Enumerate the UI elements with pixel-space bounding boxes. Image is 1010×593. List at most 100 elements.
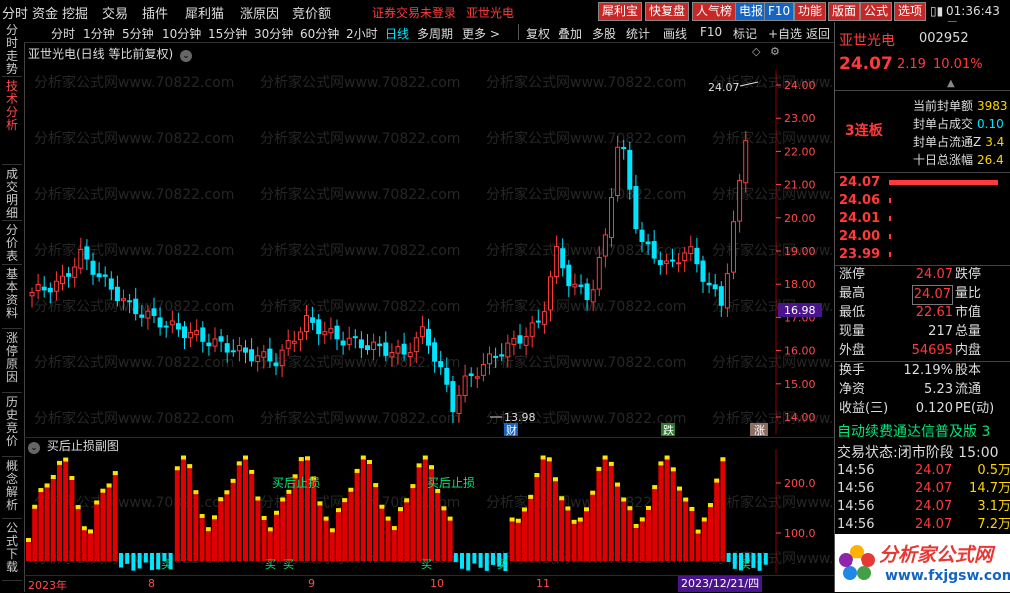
tick-row: 14:56 24.07 0.5万 — [837, 463, 1010, 478]
dianbao-button[interactable]: 电报 — [735, 2, 768, 21]
stop-loss-bar — [627, 509, 633, 561]
watermark-text: 分析家公式网www.70822.com — [34, 130, 234, 147]
stop-loss-bar-negative — [156, 553, 161, 570]
f10-tool-button[interactable]: F10 — [700, 25, 722, 39]
stop-loss-bar — [633, 526, 639, 561]
board-info: 当前封单额 3983 封单占成交 0.10 封单占流通Z 3.4 十日总涨幅 26.4 — [913, 97, 1010, 169]
stop-loss-bar — [509, 520, 515, 561]
stop-loss-bar — [329, 531, 335, 561]
stop-loss-bar-cap — [75, 505, 81, 510]
menu-item-xilimao[interactable]: 犀利猫 — [185, 3, 224, 22]
stop-loss-bar-cap — [410, 484, 416, 489]
period-2hour[interactable]: 2小时 — [346, 25, 378, 42]
period-15min[interactable]: 15分钟 — [208, 25, 247, 42]
period-1min[interactable]: 1分钟 — [83, 25, 115, 42]
menu-item-zijin[interactable]: 资金 — [32, 3, 58, 22]
period-more[interactable]: 更多 > — [462, 25, 500, 42]
stop-loss-bar-cap — [379, 504, 385, 509]
menu-item-wajue[interactable]: 挖掘 — [62, 3, 88, 22]
period-daily[interactable]: 日线 — [385, 25, 409, 42]
menu-item-zhangyuanyin[interactable]: 涨原因 — [240, 3, 279, 22]
banmian-button[interactable]: 版面 — [828, 2, 861, 21]
stop-loss-bar — [323, 519, 329, 561]
stop-loss-bar-cap — [577, 517, 583, 522]
xilibao-button[interactable]: 犀利宝 — [598, 2, 643, 21]
add-watchlist-button[interactable]: +自选 — [768, 25, 802, 42]
stop-loss-bar — [658, 464, 664, 561]
tab-jishu-fenxi[interactable]: 技术分析 — [2, 80, 22, 165]
period-5min[interactable]: 5分钟 — [122, 25, 154, 42]
biaoji-button[interactable]: 标记 — [733, 25, 757, 42]
price-tick-label: 19.00 — [784, 245, 816, 258]
period-30min[interactable]: 30分钟 — [254, 25, 293, 42]
gongneng-button[interactable]: 功能 — [794, 2, 827, 21]
candle-body — [377, 343, 383, 347]
buy-mark-6: 买 — [740, 558, 751, 571]
duogu-button[interactable]: 多股 — [592, 25, 616, 42]
candle-body — [523, 336, 529, 346]
stop-loss-bar — [205, 530, 211, 561]
candle-body — [493, 355, 499, 358]
sub-chart-panel[interactable]: ⌄ 买后止损副图 分析家公式网www.70822.com 分析家公式网www.70… — [24, 437, 834, 575]
xuanxiang-button[interactable]: 选项 — [894, 2, 927, 21]
huaxian-button[interactable]: 画线 — [663, 25, 687, 42]
gongshi-button[interactable]: 公式 — [860, 2, 893, 21]
candle-body — [346, 337, 352, 345]
low-price-label: 13.98 — [504, 411, 536, 424]
fuquan-button[interactable]: 复权 — [526, 25, 550, 42]
window-controls[interactable]: ▯▮ — [930, 4, 943, 18]
candle-body — [419, 326, 425, 338]
stop-loss-bar — [639, 520, 645, 561]
tab-fenjiabiao[interactable]: 分价表 — [2, 224, 22, 265]
candle-body — [261, 351, 267, 358]
stop-loss-bar — [559, 499, 565, 561]
tab-jiben-ziliao[interactable]: 基本资料 — [2, 268, 22, 329]
promo-banner[interactable]: 自动续费通达信普及版 3 — [837, 421, 990, 441]
date-axis: 2023年 8 9 10 11 2023/12/21/四 — [24, 575, 834, 593]
candle-body — [188, 332, 194, 339]
trade-status: 交易状态:闭市阶段 15:00 — [837, 442, 999, 462]
candle-body — [694, 247, 700, 265]
menu-item-fenshi[interactable]: 分时 — [2, 3, 28, 22]
tab-lishi-jingjia[interactable]: 历史竞价 — [2, 396, 22, 457]
renqibang-button[interactable]: 人气榜 — [692, 2, 737, 21]
watermark-text: 分析家公式网www.70822.com — [260, 186, 460, 203]
stop-loss-bar-cap — [106, 483, 112, 488]
kuaifupan-button[interactable]: 快复盘 — [645, 2, 690, 21]
stop-loss-bar-cap — [205, 527, 211, 532]
menu-item-jiaoyi[interactable]: 交易 — [102, 3, 128, 22]
stop-loss-bar — [546, 460, 552, 561]
menu-item-jingjiae[interactable]: 竞价额 — [292, 3, 331, 22]
tab-chengjiao-mingxi[interactable]: 成交明细 — [2, 168, 22, 221]
tick-row: 14:56 24.07 3.1万 — [837, 499, 1010, 514]
tab-gainian-jiexi[interactable]: 概念解析 — [2, 460, 22, 519]
stop-loss-bar — [348, 490, 354, 561]
tab-gongshi-xiazai[interactable]: 公式下载 — [2, 522, 22, 581]
back-button[interactable]: 返回 — [806, 25, 830, 42]
candle-body — [121, 298, 126, 301]
collapse-icon[interactable]: ▲ — [947, 78, 955, 89]
stop-loss-bar-negative — [491, 553, 495, 565]
diejia-button[interactable]: 叠加 — [558, 25, 582, 42]
period-multi[interactable]: 多周期 — [417, 25, 453, 42]
login-warning[interactable]: 证券交易未登录 — [372, 4, 456, 21]
price-chart-panel[interactable]: 亚世光电(日线 等比前复权) ⌄ ◇ ⚙ 分析家公式网www.70822.com… — [24, 42, 834, 438]
stop-loss-bar-negative — [484, 553, 489, 571]
menu-item-chajian[interactable]: 插件 — [142, 3, 168, 22]
watermark-text: 分析家公式网www.70822.com — [712, 130, 834, 147]
sell-level-row: 24.00 — [835, 228, 1010, 246]
period-10min[interactable]: 10分钟 — [162, 25, 201, 42]
sub-chart-svg: 分析家公式网www.70822.com 分析家公式网www.70822.com 分析… — [26, 449, 834, 573]
tab-fenshi-zoushi[interactable]: 分时走势 — [2, 24, 22, 77]
stat-row: 收益(三) 0.120 PE(动) — [839, 401, 995, 416]
tab-zhangting-yuanyin[interactable]: 涨停原因 — [2, 332, 22, 393]
stop-loss-bar-cap — [720, 457, 726, 462]
period-fenshi[interactable]: 分时 — [51, 25, 75, 42]
sell-levels: 24.07 24.06 24.01 24.00 23.99 — [835, 174, 1010, 264]
stop-loss-bar-cap — [224, 490, 230, 495]
period-60min[interactable]: 60分钟 — [300, 25, 339, 42]
candle-body — [206, 342, 212, 347]
f10-button[interactable]: F10 — [764, 2, 795, 21]
stat-row: 外盘 54695 内盘 — [839, 343, 982, 358]
tongji-button[interactable]: 统计 — [626, 25, 650, 42]
